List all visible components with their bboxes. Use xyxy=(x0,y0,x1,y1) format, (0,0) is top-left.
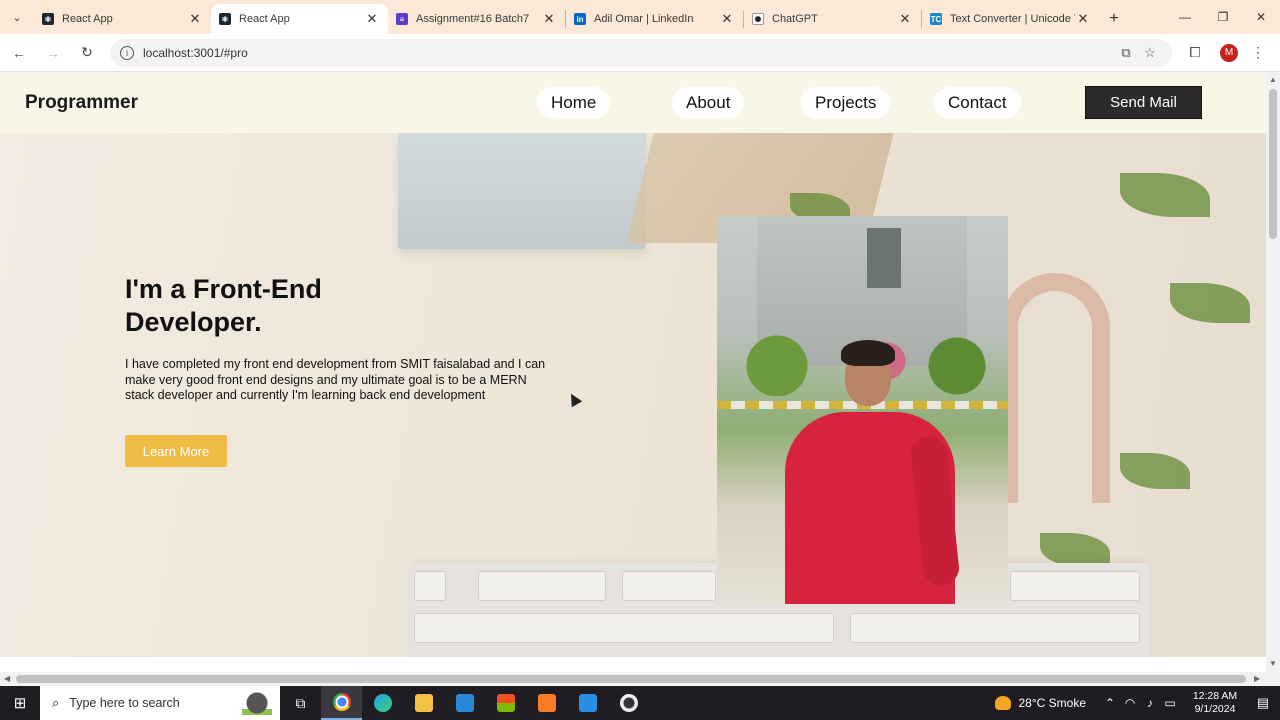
obs-recorder-icon[interactable] xyxy=(608,686,649,720)
taskbar-search[interactable]: ⌕ Type here to search xyxy=(40,686,280,720)
plant-leaf-decoration xyxy=(1170,283,1250,323)
tab-title: Assignment#16 Batch7 xyxy=(416,13,530,25)
file-explorer-icon[interactable] xyxy=(403,686,444,720)
scroll-down-arrow-icon[interactable]: ▼ xyxy=(1266,659,1280,668)
send-mail-button[interactable]: Send Mail xyxy=(1085,86,1202,119)
browser-tab[interactable]: ⚛ React App ✕ xyxy=(211,4,388,34)
vertical-scroll-thumb[interactable] xyxy=(1269,89,1277,239)
system-tray: 28°C Smoke ⌃ ◠ ♪ ▭ 12:28 AM 9/1/2024 ▤ xyxy=(994,686,1280,720)
reload-icon[interactable]: ↻ xyxy=(72,38,102,68)
url-text[interactable]: localhost:3001/#pro xyxy=(143,46,1114,60)
taskbar-search-placeholder: Type here to search xyxy=(69,696,180,710)
window-controls: — ❐ ✕ xyxy=(1166,0,1280,34)
tab-close-icon[interactable]: ✕ xyxy=(541,11,557,27)
install-app-icon[interactable]: ⧉ xyxy=(1114,45,1138,61)
tab-search-chevron-icon[interactable]: ⌄ xyxy=(0,0,34,34)
desk-mug-decoration xyxy=(1000,273,1110,503)
plant-leaf-decoration xyxy=(1120,173,1210,217)
browser-toolbar: ← → ↻ i localhost:3001/#pro ⧉ ☆ ⧠ M ⋮ xyxy=(0,34,1280,72)
windows-taskbar: ⊞ ⌕ Type here to search ⧉ 28°C Smoke ⌃ ◠… xyxy=(0,686,1280,720)
task-view-icon[interactable]: ⧉ xyxy=(280,686,321,720)
tab-close-icon[interactable]: ✕ xyxy=(719,11,735,27)
tab-title: Adil Omar | LinkedIn xyxy=(594,13,694,25)
desk-book-decoration xyxy=(398,133,646,249)
hero-description: I have completed my front end developmen… xyxy=(125,357,546,402)
store-icon[interactable] xyxy=(485,686,526,720)
browser-tab[interactable]: ✺ ChatGPT ✕ xyxy=(744,4,921,34)
scroll-up-arrow-icon[interactable]: ▲ xyxy=(1266,75,1280,84)
new-tab-button[interactable]: + xyxy=(1099,4,1129,34)
window-close-icon[interactable]: ✕ xyxy=(1242,0,1280,34)
site-brand[interactable]: Programmer xyxy=(25,92,138,114)
back-arrow-icon[interactable]: ← xyxy=(4,38,34,68)
hero-section: I'm a Front-End Developer. I have comple… xyxy=(0,133,1266,657)
edge-taskbar-icon[interactable] xyxy=(362,686,403,720)
tab-favicon-icon: in xyxy=(574,13,586,25)
page-viewport: I'm a Front-End Developer. I have comple… xyxy=(0,73,1266,657)
maximize-icon[interactable]: ❐ xyxy=(1204,0,1242,34)
bookmark-star-icon[interactable]: ☆ xyxy=(1138,45,1162,61)
wifi-icon[interactable]: ◠ xyxy=(1120,696,1140,710)
windows-start-icon[interactable]: ⊞ xyxy=(0,686,40,720)
browser-tab[interactable]: TC Text Converter | Unicode T ✕ xyxy=(922,4,1099,34)
browser-tab[interactable]: ⚛ React App ✕ xyxy=(34,4,211,34)
hero-title: I'm a Front-End Developer. xyxy=(125,274,322,337)
notifications-icon[interactable]: ▤ xyxy=(1246,695,1280,711)
tab-favicon-icon: ✺ xyxy=(752,13,764,25)
tab-title: ChatGPT xyxy=(772,13,818,25)
nav-home[interactable]: Home xyxy=(537,87,611,119)
nav-about[interactable]: About xyxy=(672,87,745,119)
address-bar[interactable]: i localhost:3001/#pro ⧉ ☆ xyxy=(110,38,1172,67)
tab-favicon-icon: ⚛ xyxy=(42,13,54,25)
xampp-icon[interactable] xyxy=(526,686,567,720)
nav-projects[interactable]: Projects xyxy=(801,87,891,119)
tab-close-icon[interactable]: ✕ xyxy=(1075,11,1091,27)
profile-photo xyxy=(717,216,1008,604)
tab-title: React App xyxy=(239,13,290,25)
clock-time: 12:28 AM xyxy=(1192,690,1238,702)
weather-icon xyxy=(994,696,1011,710)
mail-icon[interactable] xyxy=(444,686,485,720)
plant-leaf-decoration xyxy=(1040,533,1110,567)
tab-close-icon[interactable]: ✕ xyxy=(897,11,913,27)
tab-close-icon[interactable]: ✕ xyxy=(187,11,203,27)
learn-more-button[interactable]: Learn More xyxy=(125,435,227,467)
tab-close-icon[interactable]: ✕ xyxy=(364,11,380,27)
nav-contact[interactable]: Contact xyxy=(934,87,1021,119)
vscode-icon[interactable] xyxy=(567,686,608,720)
profile-avatar[interactable]: M xyxy=(1220,43,1238,62)
minimize-icon[interactable]: — xyxy=(1166,0,1204,34)
tab-favicon-icon: ≡ xyxy=(396,13,408,25)
tab-title: Text Converter | Unicode T xyxy=(950,13,1075,25)
tray-chevron-up-icon[interactable]: ⌃ xyxy=(1100,696,1120,710)
weather-text: 28°C Smoke xyxy=(1018,696,1087,710)
browser-tab[interactable]: ≡ Assignment#16 Batch7 ✕ xyxy=(388,4,565,34)
scroll-right-arrow-icon[interactable]: ▶ xyxy=(1254,672,1260,686)
browser-menu-icon[interactable]: ⋮ xyxy=(1248,44,1268,61)
page-bottom-area xyxy=(0,657,1266,672)
extensions-puzzle-icon[interactable]: ⧠ xyxy=(1178,44,1212,61)
tab-favicon-icon: TC xyxy=(930,13,942,25)
tab-title: React App xyxy=(62,13,113,25)
search-highlight-icon xyxy=(242,691,272,715)
plant-leaf-decoration xyxy=(1120,453,1190,489)
search-icon: ⌕ xyxy=(52,695,60,710)
taskbar-clock[interactable]: 12:28 AM 9/1/2024 xyxy=(1184,690,1246,716)
browser-tab[interactable]: in Adil Omar | LinkedIn ✕ xyxy=(566,4,743,34)
horizontal-scrollbar[interactable]: ◀ ▶ xyxy=(0,672,1266,686)
site-header: Programmer Home About Projects Contact S… xyxy=(0,73,1266,133)
mouse-cursor-icon xyxy=(565,390,583,408)
chrome-taskbar-icon[interactable] xyxy=(321,686,362,720)
volume-icon[interactable]: ♪ xyxy=(1140,696,1160,710)
browser-tab-strip: ⌄ ⚛ React App ✕ ⚛ React App ✕ ≡ Assignment#16 B… xyxy=(0,0,1280,34)
site-info-icon[interactable]: i xyxy=(120,45,134,60)
weather-widget[interactable]: 28°C Smoke xyxy=(994,696,1087,710)
forward-arrow-icon[interactable]: → xyxy=(38,38,68,68)
scroll-left-arrow-icon[interactable]: ◀ xyxy=(4,672,10,686)
horizontal-scroll-thumb[interactable] xyxy=(16,675,1246,683)
vertical-scrollbar[interactable]: ▲ ▼ xyxy=(1266,73,1280,673)
battery-icon[interactable]: ▭ xyxy=(1160,696,1180,710)
tab-favicon-icon: ⚛ xyxy=(219,13,231,25)
clock-date: 9/1/2024 xyxy=(1194,703,1236,715)
